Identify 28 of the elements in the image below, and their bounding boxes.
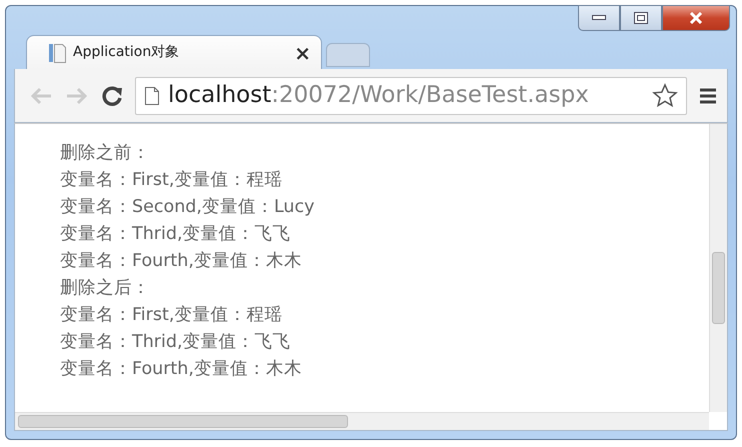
- text-line: 变量名：First,变量值：程瑶: [60, 304, 282, 327]
- text-line: 删除之后：: [60, 277, 150, 300]
- text-line: 变量名：First,变量值：程瑶: [60, 169, 282, 192]
- close-button[interactable]: [662, 5, 730, 31]
- tab-close-button[interactable]: ×: [294, 38, 311, 68]
- text-line: 变量名：Fourth,变量值：木木: [60, 358, 302, 381]
- minimize-icon: [592, 15, 606, 21]
- tab-title: Application对象: [73, 43, 180, 62]
- text-line: 变量名：Thrid,变量值：飞飞: [60, 331, 291, 354]
- close-icon: [689, 12, 703, 24]
- text-line: 变量名：Second,变量值：Lucy: [60, 196, 314, 219]
- page-icon: [144, 86, 160, 106]
- vertical-scrollbar[interactable]: [709, 124, 727, 412]
- menu-icon[interactable]: [699, 86, 717, 104]
- text-line: 变量名：Thrid,变量值：飞飞: [60, 223, 291, 246]
- minimize-button[interactable]: [578, 5, 620, 31]
- text-line: 删除之前：: [60, 142, 150, 165]
- maximize-button[interactable]: [620, 5, 662, 31]
- url-host: localhost: [168, 82, 272, 108]
- url-path: :20072/Work/BaseTest.aspx: [271, 82, 589, 108]
- reload-icon[interactable]: [101, 84, 123, 106]
- star-icon[interactable]: [652, 82, 678, 108]
- maximize-icon: [634, 12, 648, 24]
- address-bar[interactable]: localhost:20072/Work/BaseTest.aspx: [135, 76, 687, 114]
- horizontal-scrollbar[interactable]: [15, 412, 709, 430]
- text-line: 变量名：Fourth,变量值：木木: [60, 250, 302, 273]
- document-icon: [49, 42, 67, 62]
- active-tab[interactable]: Application对象 ×: [26, 35, 322, 69]
